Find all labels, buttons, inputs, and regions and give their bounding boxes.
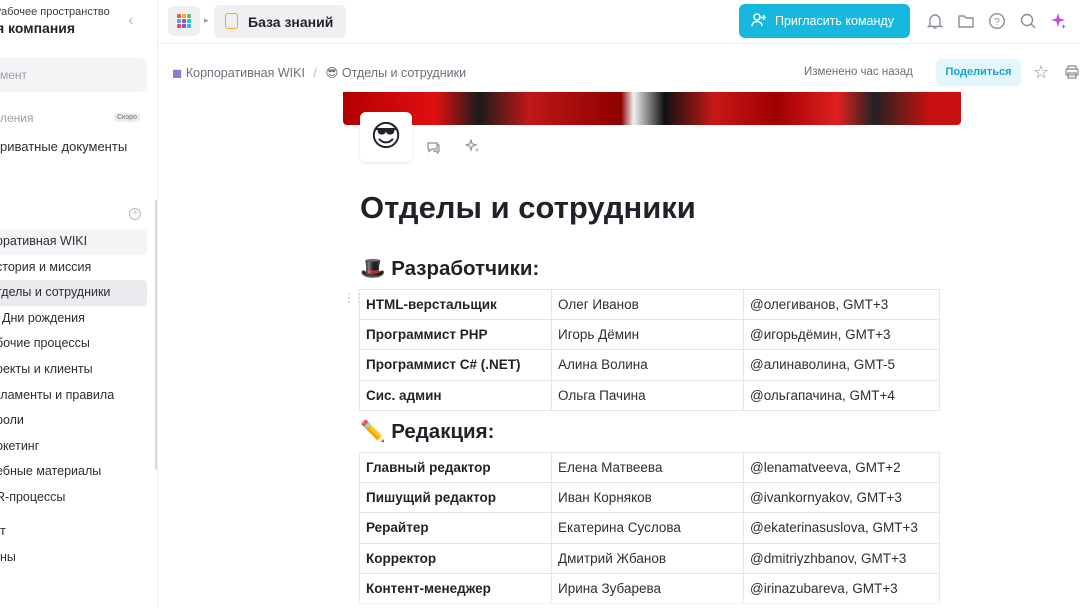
table-cell[interactable]: @олегиванов, GMT+3 [743, 288, 940, 321]
table-cell[interactable]: @ольгапачина, GMT+4 [743, 379, 940, 411]
table-cell[interactable]: Екатерина Суслова [551, 512, 744, 544]
table-cell[interactable]: Рерайтер [359, 512, 552, 544]
workspace-subtitle: Рабочее пространство [0, 6, 110, 18]
table-row: Главный редактор Елена Матвеева @lenamat… [359, 451, 940, 484]
tree-item-hr[interactable]: R-процессы [0, 485, 147, 511]
table-cell[interactable]: Дмитрий Жбанов [551, 542, 744, 574]
sidebar-search-placeholder: мент [0, 68, 28, 82]
breadcrumb-current[interactable]: Отделы и сотрудники [342, 66, 466, 80]
invite-team-label: Пригласить команду [775, 14, 894, 28]
tree-item-departments[interactable]: тделы и сотрудники [0, 280, 147, 306]
apps-grid-icon [177, 14, 191, 28]
workspace-name[interactable]: я компания [0, 20, 75, 36]
page-title[interactable]: Отделы и сотрудники [360, 190, 696, 226]
soon-badge: Скоро [114, 113, 140, 122]
breadcrumb-root[interactable]: Корпоративная WIKI [186, 66, 305, 80]
table-cell[interactable]: @ivankornyakov, GMT+3 [743, 482, 940, 514]
page-tree: оративная WIKI стория и миссия тделы и с… [0, 229, 147, 511]
folder-icon[interactable] [957, 12, 975, 30]
table-cell[interactable]: Программист PHP [359, 319, 552, 351]
breadcrumb-separator: / [313, 66, 317, 80]
table-row: Пишущий редактор Иван Корняков @ivankorn… [359, 482, 940, 514]
svg-text:?: ? [994, 17, 1000, 28]
print-icon[interactable] [1064, 64, 1080, 80]
sidebar-item-bottom-1[interactable]: т [0, 524, 6, 538]
table-row: Корректор Дмитрий Жбанов @dmitriyzhbanov… [359, 542, 940, 574]
tree-item-rules[interactable]: гламенты и правила [0, 383, 147, 409]
invite-team-button[interactable]: Пригласить команду [739, 4, 910, 38]
developers-table: HTML-верстальщик Олег Иванов @олегиванов… [359, 288, 940, 411]
apps-grid-button[interactable] [168, 6, 200, 36]
table-row: Рерайтер Екатерина Суслова @ekaterinasus… [359, 512, 940, 544]
search-icon[interactable] [1019, 12, 1037, 30]
comment-icon[interactable] [426, 140, 441, 158]
notifications-icon[interactable] [926, 12, 944, 30]
section-heading-editorial[interactable]: ✏️ Редакция: [360, 420, 494, 444]
editorial-table: Главный редактор Елена Матвеева @lenamat… [359, 451, 940, 604]
tree-item-processes[interactable]: бочие процессы [0, 331, 147, 357]
table-cell[interactable]: @dmitriyzhbanov, GMT+3 [743, 542, 940, 574]
table-cell[interactable]: Иван Корняков [551, 482, 744, 514]
bottom-fade [160, 596, 1080, 608]
share-button[interactable]: Поделиться [936, 59, 1021, 86]
table-cell[interactable]: Сис. админ [359, 379, 552, 411]
table-cell[interactable]: HTML-верстальщик [359, 288, 552, 321]
add-user-icon [751, 12, 767, 32]
cover-image[interactable] [343, 92, 961, 125]
tree-item-marketing[interactable]: ркетинг [0, 434, 147, 460]
table-row: HTML-верстальщик Олег Иванов @олегиванов… [359, 288, 940, 321]
tree-item-wiki[interactable]: оративная WIKI [0, 229, 147, 255]
table-cell[interactable]: Алина Волина [551, 349, 744, 381]
table-row: Программист C# (.NET) Алина Волина @алин… [359, 349, 940, 381]
table-cell[interactable]: Игорь Дёмин [551, 319, 744, 351]
table-cell[interactable]: @lenamatveeva, GMT+2 [743, 451, 940, 484]
knowledge-base-tab[interactable]: База знаний [214, 5, 346, 38]
last-changed-text: Изменено час назад [804, 66, 913, 78]
table-cell[interactable]: Программист C# (.NET) [359, 349, 552, 381]
tree-item-projects[interactable]: оекты и клиенты [0, 357, 147, 383]
table-cell[interactable]: Главный редактор [359, 451, 552, 484]
table-cell[interactable]: Пишущий редактор [359, 482, 552, 514]
table-cell[interactable]: Корректор [359, 542, 552, 574]
table-row: Программист PHP Игорь Дёмин @игорьдёмин,… [359, 319, 940, 351]
tree-item-birthdays[interactable]: Дни рождения [0, 306, 147, 332]
breadcrumb-current-icon: 😎 [325, 66, 339, 80]
table-cell[interactable]: Олег Иванов [551, 288, 744, 321]
tree-item-roles[interactable]: роли [0, 408, 147, 434]
topbar: ▸ База знаний Пригласить команду ? [159, 0, 1080, 44]
tree-item-training[interactable]: ебные материалы [0, 459, 147, 485]
breadcrumb-root-icon: ◼ [172, 66, 183, 80]
collapse-sidebar-icon[interactable]: ‹ [128, 12, 133, 30]
table-cell[interactable]: @алинаволина, GMT-5 [743, 349, 940, 381]
help-icon[interactable]: ? [988, 12, 1006, 30]
sidebar-item-private-docs[interactable]: риватные документы [0, 139, 127, 154]
table-row: Сис. админ Ольга Пачина @ольгапачина, GM… [359, 379, 940, 411]
sidebar-item-soon[interactable]: ления [0, 111, 34, 125]
sidebar-item-bottom-2[interactable]: ны [0, 550, 16, 564]
table-cell[interactable]: Ольга Пачина [551, 379, 744, 411]
chevron-right-icon: ▸ [204, 15, 209, 25]
tree-item-history[interactable]: стория и миссия [0, 255, 147, 281]
table-cell[interactable]: Елена Матвеева [551, 451, 744, 484]
add-page-icon[interactable]: + [129, 208, 141, 220]
star-icon[interactable]: ☆ [1033, 62, 1049, 83]
table-cell[interactable]: @ekaterinasuslova, GMT+3 [743, 512, 940, 544]
sidebar-scrollbar[interactable] [155, 200, 157, 470]
knowledge-base-label: База знаний [248, 14, 334, 30]
breadcrumb: ◼ Корпоративная WIKI / 😎 Отделы и сотруд… [172, 65, 466, 80]
sidebar: Рабочее пространство я компания ‹ мент л… [0, 0, 158, 608]
ai-sparkle-icon[interactable] [1049, 12, 1067, 30]
section-heading-developers[interactable]: 🎩 Разработчики: [360, 257, 539, 281]
document-icon [225, 13, 238, 29]
magic-sparkle-icon[interactable] [464, 138, 480, 157]
page-emoji-icon[interactable]: 😎 [360, 112, 412, 162]
table-cell[interactable]: @игорьдёмин, GMT+3 [743, 319, 940, 351]
